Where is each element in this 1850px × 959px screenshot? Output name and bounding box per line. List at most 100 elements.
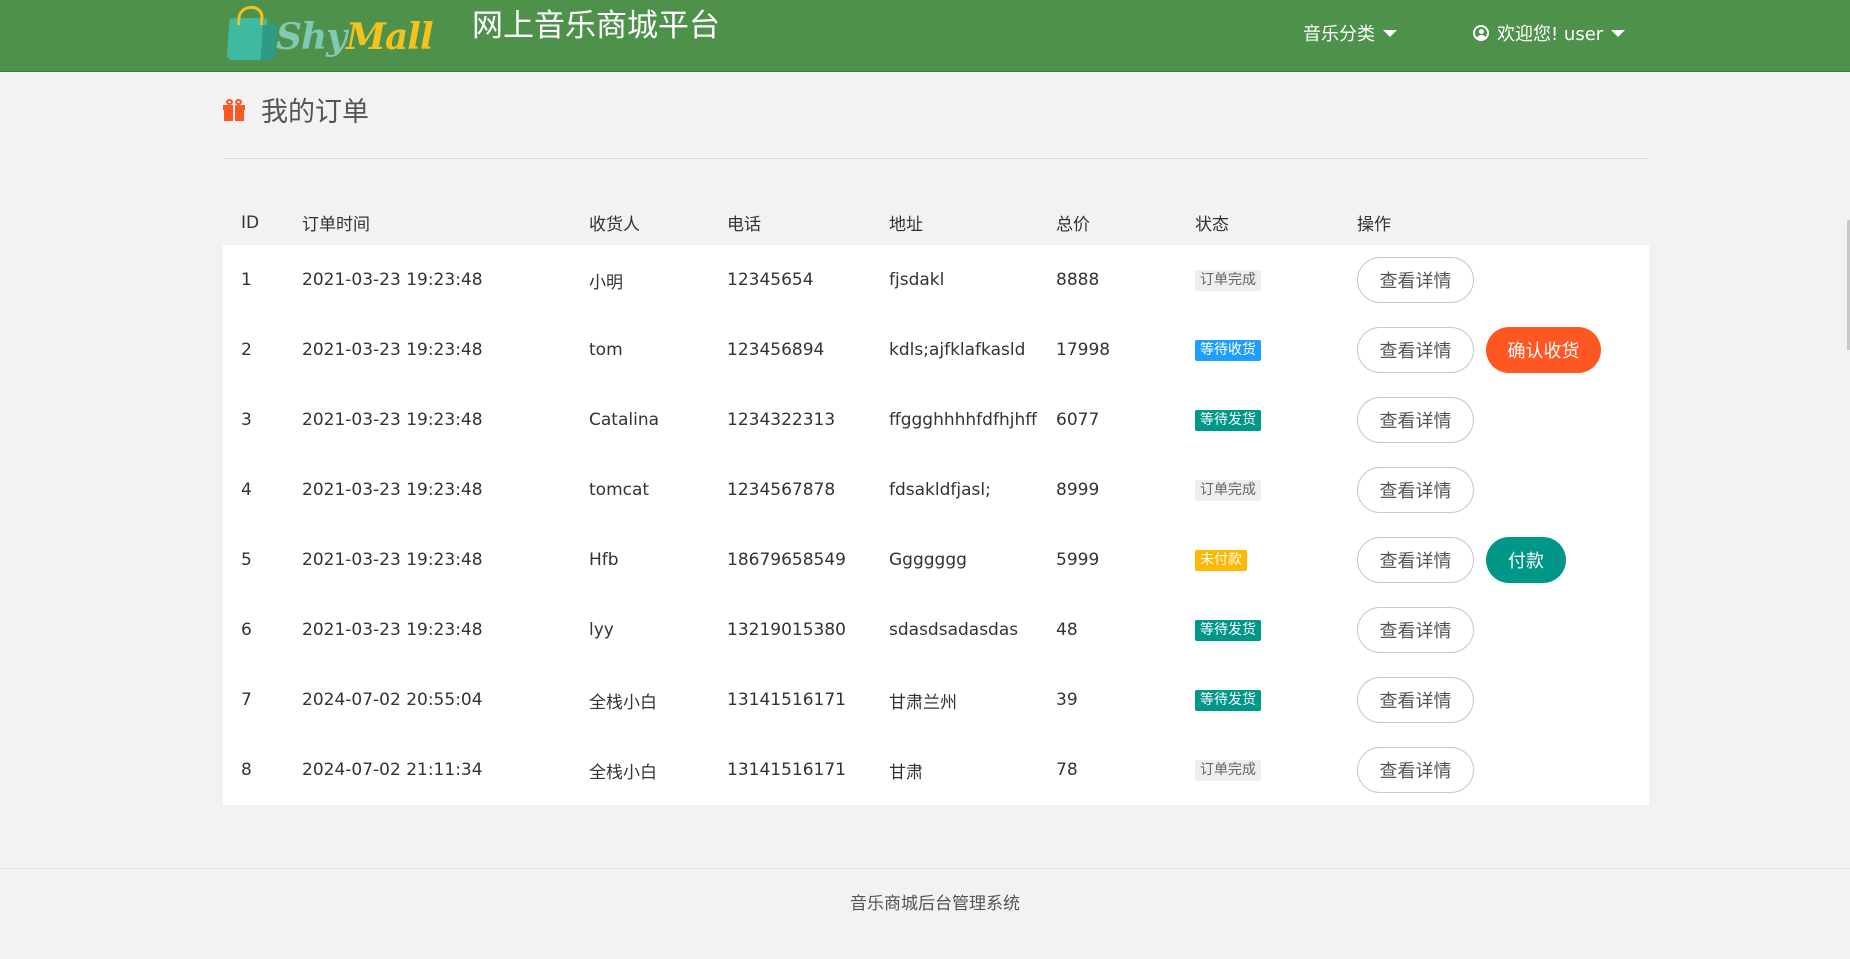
- order-id: 6: [241, 620, 252, 640]
- gift-icon: [223, 98, 245, 121]
- shopping-bag-icon: [226, 18, 268, 60]
- page-title: 我的订单: [223, 90, 369, 129]
- col-header-actions: 操作: [1357, 215, 1391, 235]
- order-receiver: 全栈小白: [589, 692, 657, 713]
- user-icon: [1473, 25, 1489, 41]
- table-header: ID 订单时间 收货人 电话 地址 总价 状态 操作: [223, 200, 1649, 245]
- col-header-phone: 电话: [727, 215, 761, 235]
- order-id: 3: [241, 410, 252, 430]
- order-actions: 查看详情: [1357, 735, 1486, 805]
- order-id: 2: [241, 340, 252, 360]
- table-row: 8 2024-07-02 21:11:34 全栈小白 13141516171 甘肃 78 订…: [223, 735, 1649, 805]
- table-row: 1 2021-03-23 19:23:48 小明 12345654 fjsdakl 888…: [223, 245, 1649, 315]
- order-phone: 1234567878: [727, 480, 836, 500]
- order-phone: 1234322313: [727, 410, 836, 430]
- status-badge: 未付款: [1195, 549, 1247, 571]
- col-header-total: 总价: [1056, 215, 1090, 235]
- footer-text: 音乐商城后台管理系统: [850, 894, 1020, 914]
- status-badge: 等待发货: [1195, 409, 1261, 431]
- status-badge: 等待发货: [1195, 689, 1261, 711]
- order-receiver: Catalina: [589, 410, 660, 430]
- table-row: 6 2021-03-23 19:23:48 lyy 13219015380 sdasds…: [223, 595, 1649, 665]
- nav-music-category-label: 音乐分类: [1303, 24, 1375, 45]
- order-receiver: lyy: [589, 620, 614, 640]
- order-total: 5999: [1056, 550, 1100, 570]
- view-details-button[interactable]: 查看详情: [1357, 397, 1474, 443]
- table-row: 2 2021-03-23 19:23:48 tom 123456894 kdls;ajf…: [223, 315, 1649, 385]
- order-total: 17998: [1056, 340, 1111, 360]
- order-id: 5: [241, 550, 252, 570]
- order-actions: 查看详情 付款: [1357, 525, 1578, 595]
- title-divider: [223, 158, 1649, 159]
- order-receiver: Hfb: [589, 550, 619, 570]
- order-phone: 13141516171: [727, 760, 846, 780]
- table-row: 4 2021-03-23 19:23:48 tomcat 1234567878 fdsa…: [223, 455, 1649, 525]
- order-actions: 查看详情: [1357, 385, 1486, 455]
- view-details-button[interactable]: 查看详情: [1357, 257, 1474, 303]
- order-receiver: tomcat: [589, 480, 650, 500]
- order-time: 2024-07-02 21:11:34: [302, 760, 483, 780]
- site-title: 网上音乐商城平台: [472, 8, 720, 44]
- order-total: 8999: [1056, 480, 1100, 500]
- order-time: 2021-03-23 19:23:48: [302, 480, 483, 500]
- order-phone: 18679658549: [727, 550, 846, 570]
- order-total: 6077: [1056, 410, 1100, 430]
- order-address: fjsdakl: [889, 270, 945, 290]
- status-badge: 订单完成: [1195, 759, 1261, 781]
- order-phone: 13141516171: [727, 690, 846, 710]
- col-header-status: 状态: [1195, 215, 1229, 235]
- view-details-button[interactable]: 查看详情: [1357, 607, 1474, 653]
- order-actions: 查看详情: [1357, 455, 1486, 525]
- nav-user-label: 欢迎您! user: [1497, 24, 1604, 45]
- col-header-time: 订单时间: [302, 215, 370, 235]
- order-time: 2021-03-23 19:23:48: [302, 340, 483, 360]
- order-phone: 12345654: [727, 270, 814, 290]
- table-row: 3 2021-03-23 19:23:48 Catalina 1234322313 ff…: [223, 385, 1649, 455]
- status-badge: 订单完成: [1195, 479, 1261, 501]
- logo-text: ShyMall: [276, 16, 434, 58]
- order-actions: 查看详情: [1357, 665, 1486, 735]
- footer: 音乐商城后台管理系统: [0, 868, 1850, 959]
- pay-button[interactable]: 付款: [1486, 537, 1566, 583]
- view-details-button[interactable]: 查看详情: [1357, 537, 1474, 583]
- order-total: 78: [1056, 760, 1078, 780]
- view-details-button[interactable]: 查看详情: [1357, 467, 1474, 513]
- order-time: 2021-03-23 19:23:48: [302, 270, 483, 290]
- status-badge: 等待发货: [1195, 619, 1261, 641]
- order-total: 48: [1056, 620, 1078, 640]
- order-receiver: 全栈小白: [589, 762, 657, 783]
- order-time: 2024-07-02 20:55:04: [302, 690, 483, 710]
- order-id: 7: [241, 690, 252, 710]
- table-body: 1 2021-03-23 19:23:48 小明 12345654 fjsdakl 888…: [223, 245, 1649, 805]
- order-total: 8888: [1056, 270, 1100, 290]
- col-header-id: ID: [241, 212, 260, 233]
- order-receiver: 小明: [589, 272, 623, 293]
- order-address: ffggghhhhfdfhjhff: [889, 410, 1037, 430]
- site-logo[interactable]: ShyMall: [226, 8, 434, 62]
- col-header-address: 地址: [889, 215, 923, 235]
- order-receiver: tom: [589, 340, 623, 360]
- order-actions: 查看详情 确认收货: [1357, 315, 1613, 385]
- view-details-button[interactable]: 查看详情: [1357, 677, 1474, 723]
- confirm-receipt-button[interactable]: 确认收货: [1486, 327, 1601, 373]
- col-header-receiver: 收货人: [589, 215, 640, 235]
- caret-down-icon: [1611, 29, 1626, 37]
- view-details-button[interactable]: 查看详情: [1357, 747, 1474, 793]
- order-time: 2021-03-23 19:23:48: [302, 550, 483, 570]
- caret-down-icon: [1383, 29, 1397, 37]
- order-address: 甘肃兰州: [889, 692, 957, 713]
- order-address: fdsakldfjasl;: [889, 480, 991, 500]
- order-time: 2021-03-23 19:23:48: [302, 410, 483, 430]
- order-phone: 123456894: [727, 340, 825, 360]
- order-address: 甘肃: [889, 762, 923, 783]
- orders-table: ID 订单时间 收货人 电话 地址 总价 状态 操作 1 2021-03-23 1…: [223, 200, 1649, 805]
- nav-music-category[interactable]: 音乐分类: [1303, 20, 1397, 46]
- status-badge: 等待收货: [1195, 339, 1261, 361]
- nav-user-menu[interactable]: 欢迎您! user: [1473, 20, 1626, 46]
- view-details-button[interactable]: 查看详情: [1357, 327, 1474, 373]
- order-total: 39: [1056, 690, 1078, 710]
- order-address: sdasdsadasdas: [889, 620, 1019, 640]
- top-header: ShyMall 网上音乐商城平台 音乐分类 欢迎您! user: [0, 0, 1850, 72]
- order-phone: 13219015380: [727, 620, 846, 640]
- order-actions: 查看详情: [1357, 245, 1486, 315]
